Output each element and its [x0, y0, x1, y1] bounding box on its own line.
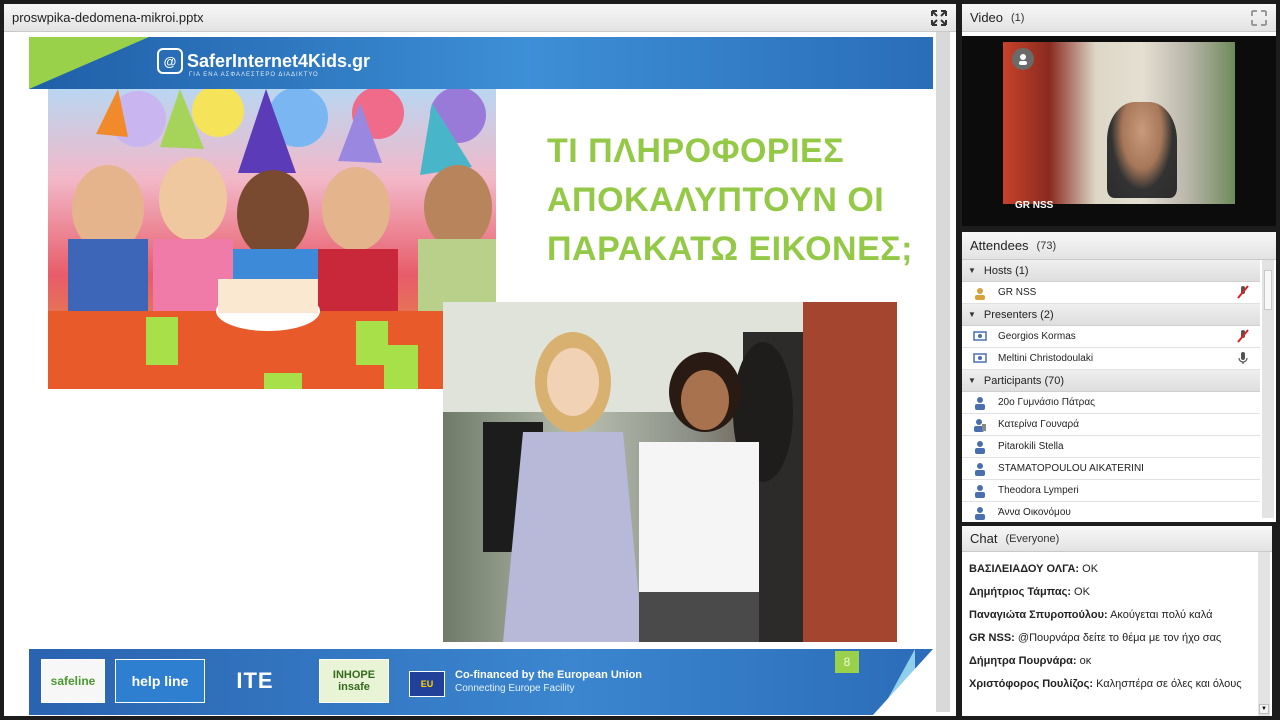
- attendee-row[interactable]: Κατερίνα Γουναρά: [962, 414, 1260, 436]
- share-pod-header: proswpika-dedomena-mikroi.pptx: [4, 4, 956, 32]
- school-children-photo: [443, 302, 897, 642]
- share-pod: proswpika-dedomena-mikroi.pptx @ SaferIn…: [4, 4, 956, 716]
- participant-icon: [972, 395, 988, 411]
- collapse-triangle-icon[interactable]: ▼: [968, 266, 976, 275]
- attendees-pod-title: Attendees: [970, 238, 1029, 253]
- attendee-row[interactable]: STAMATOPOULOU AIKATERINI: [962, 458, 1260, 480]
- safeline-logo: safeline: [41, 659, 105, 703]
- attendee-row[interactable]: 20ο Γυμνάσιο Πάτρας: [962, 392, 1260, 414]
- attendee-row[interactable]: Pitarokili Stella: [962, 436, 1260, 458]
- chat-scrollbar[interactable]: ▼: [1258, 552, 1270, 716]
- birthday-party-photo: [48, 89, 496, 389]
- participant-icon: [972, 483, 988, 499]
- chat-pod-header: Chat (Everyone): [962, 526, 1272, 552]
- video-pod-header: Video (1): [962, 4, 1276, 32]
- share-pod-title: proswpika-dedomena-mikroi.pptx: [12, 10, 204, 25]
- video-pod-title: Video: [970, 10, 1004, 25]
- video-area: GR NSS: [962, 36, 1276, 226]
- mic-muted-icon: [1236, 284, 1252, 301]
- helpline-logo: help line: [115, 659, 205, 703]
- scroll-down-icon[interactable]: ▼: [1259, 704, 1269, 714]
- chat-message: ΒΑΣΙΛΕΙΑΔΟΥ ΟΛΓΑ: OK: [969, 563, 1099, 575]
- attendee-row[interactable]: Meltini Christodoulaki: [962, 348, 1260, 370]
- presenter-figure: [1107, 102, 1177, 198]
- user-badge-icon: [1012, 48, 1034, 70]
- presenter-icon: [972, 351, 988, 367]
- video-pod: Video (1) GR NSS: [962, 4, 1276, 226]
- slide: @ SaferInternet4Kids.gr ΓΙΑ ΕΝΑ ΑΣΦΑΛΕΣΤ…: [29, 37, 933, 715]
- attendees-pod: Attendees (73) ▼ Hosts (1) GR NSS ▼ Pres…: [962, 232, 1276, 522]
- cofinanced-text: Co-financed by the European Union Connec…: [455, 669, 643, 694]
- mic-on-icon: [1236, 351, 1252, 367]
- attendee-row[interactable]: Theodora Lymperi: [962, 480, 1260, 502]
- fullscreen-icon[interactable]: [930, 9, 948, 27]
- slide-number: 8: [835, 651, 859, 673]
- collapse-triangle-icon[interactable]: ▼: [968, 376, 976, 385]
- slide-footer-band: safeline help line ITE INHOPE insafe EU …: [29, 649, 933, 715]
- group-presenters[interactable]: ▼ Presenters (2): [962, 304, 1260, 326]
- chat-messages: ΒΑΣΙΛΕΙΑΔΟΥ ΟΛΓΑ: OK Δημήτριος Τάμπας: O…: [962, 552, 1256, 716]
- chat-pod-title: Chat: [970, 531, 998, 546]
- chat-message: Δήμητρα Πουρνάρα: οκ: [969, 655, 1092, 667]
- scrollbar-thumb[interactable]: [1264, 270, 1272, 310]
- host-icon: [972, 285, 988, 301]
- eu-flag-icon: EU: [409, 671, 445, 697]
- attendees-count: (73): [1036, 239, 1057, 252]
- mic-muted-icon: [1236, 328, 1252, 345]
- group-hosts[interactable]: ▼ Hosts (1): [962, 260, 1260, 282]
- attendee-row[interactable]: Άννα Οικονόμου: [962, 502, 1260, 522]
- slide-area: @ SaferInternet4Kids.gr ΓΙΑ ΕΝΑ ΑΣΦΑΛΕΣΤ…: [4, 32, 956, 716]
- presenter-icon: [972, 329, 988, 345]
- slide-title: ΤΙ ΠΛΗΡΟΦΟΡΙΕΣ ΑΠΟΚΑΛΥΠΤΟΥΝ ΟΙ ΠΑΡΑΚΑΤΩ …: [547, 132, 913, 268]
- chat-message: Χριστόφορος Πουλίζος: Καλησπέρα σε όλες …: [969, 678, 1242, 690]
- fullscreen-icon[interactable]: [1250, 9, 1268, 27]
- presenter-label: GR NSS: [1015, 200, 1054, 211]
- participant-icon: [972, 505, 988, 521]
- video-count: (1): [1011, 11, 1025, 24]
- attendees-pod-header: Attendees (73): [962, 232, 1276, 260]
- collapse-triangle-icon[interactable]: ▼: [968, 310, 976, 319]
- chat-message: GR NSS: @Πουρνάρα δείτε το θέμα με τον ή…: [969, 632, 1222, 644]
- participant-phone-icon: [972, 417, 988, 433]
- saferinternet-logo: @ SaferInternet4Kids.gr ΓΙΑ ΕΝΑ ΑΣΦΑΛΕΣΤ…: [157, 48, 370, 78]
- participant-icon: [972, 439, 988, 455]
- attendee-row[interactable]: GR NSS: [962, 282, 1260, 304]
- group-participants[interactable]: ▼ Participants (70): [962, 370, 1260, 392]
- chat-message: Δημήτριος Τάμπας: OK: [969, 586, 1090, 598]
- participant-icon: [972, 461, 988, 477]
- logo-at-icon: @: [157, 48, 183, 74]
- attendee-list: ▼ Hosts (1) GR NSS ▼ Presenters (2) Geor…: [962, 260, 1260, 522]
- ite-logo: ITE: [236, 668, 274, 693]
- slide-header-band: @ SaferInternet4Kids.gr ΓΙΑ ΕΝΑ ΑΣΦΑΛΕΣΤ…: [29, 37, 933, 89]
- presenter-camera-feed[interactable]: [1003, 42, 1235, 204]
- share-scrollbar[interactable]: [936, 32, 950, 712]
- attendee-row[interactable]: Georgios Kormas: [962, 326, 1260, 348]
- attendees-scrollbar[interactable]: [1262, 260, 1274, 518]
- chat-pod: Chat (Everyone) ΒΑΣΙΛΕΙΑΔΟΥ ΟΛΓΑ: OK Δημ…: [962, 526, 1272, 716]
- chat-scope[interactable]: (Everyone): [1005, 533, 1059, 545]
- chat-message: Παναγιώτα Σπυροπούλου: Ακούγεται πολύ κα…: [969, 609, 1213, 621]
- inhope-insafe-logo: INHOPE insafe: [319, 659, 389, 703]
